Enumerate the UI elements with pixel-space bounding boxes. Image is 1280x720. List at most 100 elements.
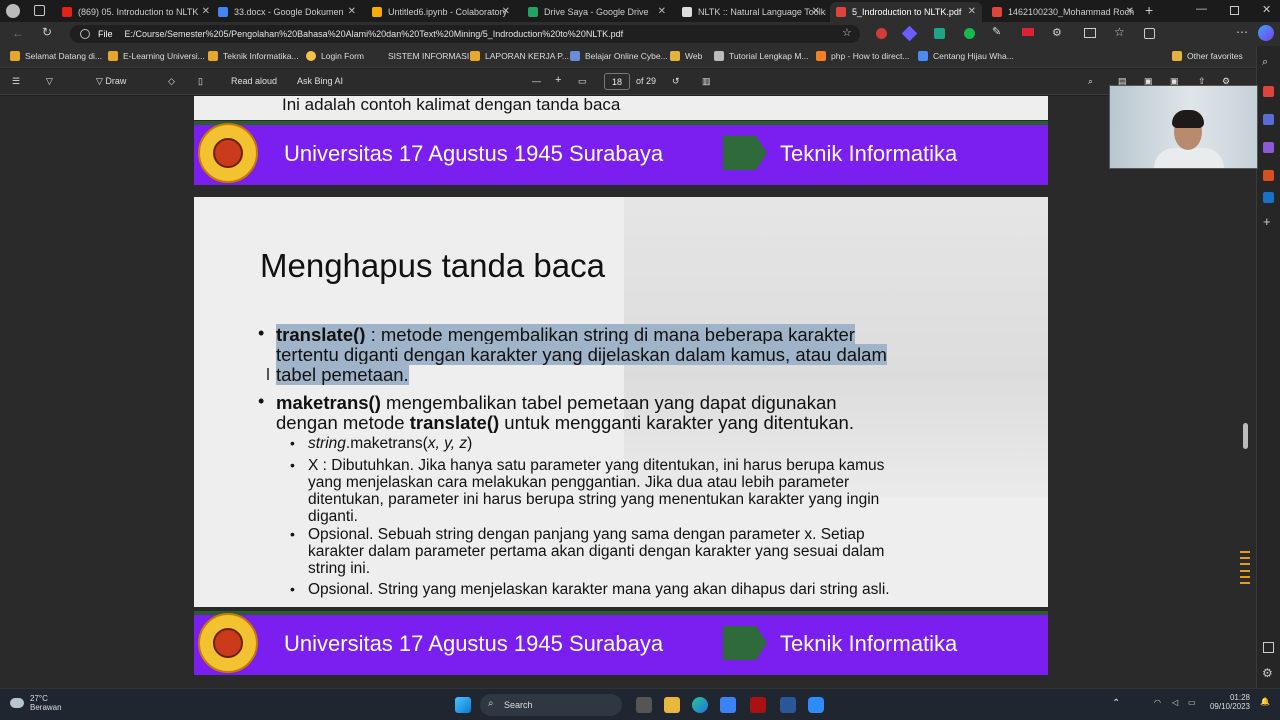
bookmark-icon — [816, 51, 826, 61]
fit-page-icon[interactable]: ▭ — [578, 76, 587, 87]
word-icon[interactable] — [780, 697, 796, 713]
new-tab-icon[interactable]: + — [1145, 2, 1153, 18]
extension-icon-1[interactable] — [876, 28, 887, 39]
bookmark-item[interactable]: LAPORAN KERJA P... — [470, 51, 569, 61]
tray-chevron-icon[interactable]: ⌃ — [1112, 698, 1120, 709]
erase-icon[interactable]: ◇ — [168, 76, 175, 87]
youtube-icon — [62, 7, 72, 17]
bookmark-item[interactable]: Teknik Informatika... — [208, 51, 299, 61]
outlook-icon[interactable] — [1263, 192, 1274, 203]
favorites-icon[interactable]: ☆ — [1114, 25, 1125, 39]
read-aloud-button[interactable]: Read aloud — [231, 76, 277, 86]
close-icon[interactable]: ✕ — [1126, 6, 1134, 17]
extension-icon-4[interactable] — [964, 28, 975, 39]
wifi-icon[interactable]: ◠ — [1154, 698, 1161, 707]
bookmark-icon — [10, 51, 20, 61]
banner-faculty: Teknik Informatika — [780, 631, 958, 656]
zoom-icon[interactable] — [808, 697, 824, 713]
bookmark-item[interactable]: SISTEM INFORMASI — [388, 51, 469, 61]
zoom-in-button[interactable]: + — [555, 74, 561, 86]
bookmark-item[interactable]: Selamat Datang di... — [10, 51, 102, 61]
extension-icon-2[interactable] — [901, 25, 918, 42]
extensions-puzzle-icon[interactable]: ⚙ — [1052, 26, 1062, 39]
banner-university: Universitas 17 Agustus 1945 Surabaya — [284, 141, 664, 166]
add-icon[interactable]: + — [1263, 214, 1271, 229]
file-explorer-icon[interactable] — [664, 697, 680, 713]
app-icon[interactable] — [750, 697, 766, 713]
other-favorites-folder[interactable]: Other favorites — [1172, 51, 1243, 61]
tab-nltk[interactable]: NLTK :: Natural Language Toolki ✕ — [676, 2, 826, 22]
collections-icon[interactable] — [1144, 28, 1155, 39]
tab-google-docs[interactable]: 33.docx - Google Dokumen ✕ — [212, 2, 362, 22]
vertical-scrollbar-thumb[interactable] — [1243, 423, 1248, 449]
tab-actions-icon[interactable] — [34, 5, 45, 16]
sidebar-settings-icon[interactable]: ⚙ — [1262, 666, 1273, 680]
bookmark-item[interactable]: Centang Hijau Wha... — [918, 51, 1014, 61]
extension-icon-5[interactable] — [1022, 28, 1034, 36]
refresh-icon[interactable]: ↻ — [42, 25, 52, 39]
bookmark-item[interactable]: Belajar Online Cybe... — [570, 51, 668, 61]
bookmark-item[interactable]: Tutorial Lengkap M... — [714, 51, 809, 61]
bookmark-folder[interactable]: Web — [670, 51, 702, 61]
close-icon[interactable]: ✕ — [202, 6, 210, 17]
pen-icon[interactable]: ✎ — [992, 25, 1001, 38]
pdf-icon — [836, 7, 846, 17]
tab-pdf-2[interactable]: 1462100230_Mohammad Roch ✕ — [986, 2, 1140, 22]
bing-copilot-icon[interactable] — [1258, 25, 1274, 41]
address-bar[interactable]: File E:/Course/Semester%205/Pengolahan%2… — [70, 25, 860, 43]
close-window-icon[interactable]: ✕ — [1262, 3, 1271, 16]
close-icon[interactable]: ✕ — [658, 6, 666, 17]
tab-youtube[interactable]: (869) 05. Introduction to NLTK ✕ — [56, 2, 216, 22]
bookmark-item[interactable]: E-Learning Universi... — [108, 51, 205, 61]
bullet-maketrans: maketrans() mengembalikan tabel pemetaan… — [276, 392, 854, 433]
page-number-input[interactable]: 18 — [604, 73, 630, 90]
view-icon[interactable]: ▯ — [198, 76, 203, 87]
sidebar-layout-icon[interactable] — [1263, 642, 1274, 653]
minimize-icon[interactable]: — — [1196, 3, 1207, 15]
close-icon[interactable]: ✕ — [502, 6, 510, 17]
edge-icon[interactable] — [692, 697, 708, 713]
search-icon[interactable]: ⌕ — [1262, 56, 1268, 69]
highlight-icon[interactable]: ▽ — [46, 76, 53, 87]
split-screen-icon[interactable] — [1084, 28, 1096, 38]
store-icon[interactable] — [720, 697, 736, 713]
games-icon[interactable] — [1263, 142, 1274, 153]
search-icon[interactable]: ⌕ — [1088, 76, 1093, 87]
extension-icon-3[interactable] — [934, 28, 945, 39]
taskbar-search[interactable]: ⌕ Search — [480, 694, 622, 716]
office-icon[interactable] — [1263, 170, 1274, 181]
sub-bullet-dot: • — [290, 526, 295, 542]
weather-widget[interactable]: 27°C Berawan — [10, 694, 62, 712]
close-icon[interactable]: ✕ — [348, 6, 356, 17]
contents-icon[interactable]: ☰ — [12, 76, 20, 87]
weather-icon — [10, 698, 24, 708]
task-view-icon[interactable] — [636, 697, 652, 713]
battery-icon[interactable]: ▭ — [1188, 698, 1196, 707]
shopping-icon[interactable] — [1263, 86, 1274, 97]
page-view-icon[interactable]: ▥ — [702, 76, 711, 87]
notification-bell-icon[interactable]: 🔔 — [1260, 697, 1270, 706]
favorite-star-icon[interactable]: ☆ — [842, 26, 852, 39]
maximize-icon[interactable] — [1230, 6, 1239, 15]
draw-button[interactable]: ▽ Draw — [96, 76, 126, 87]
tab-pdf-active[interactable]: 5_Indroduction to NLTK.pdf ✕ — [830, 2, 982, 22]
back-icon[interactable]: ← — [12, 26, 24, 40]
close-icon[interactable]: ✕ — [812, 6, 820, 17]
ask-bing-button[interactable]: Ask Bing AI — [297, 76, 343, 86]
start-icon[interactable] — [455, 697, 471, 713]
close-icon[interactable]: ✕ — [968, 6, 976, 17]
tab-google-drive[interactable]: Drive Saya - Google Drive ✕ — [522, 2, 672, 22]
tools-icon[interactable] — [1263, 114, 1274, 125]
tab-label: 1462100230_Mohammad Roch — [1008, 7, 1135, 17]
bookmark-item[interactable]: Login Form — [306, 51, 364, 61]
time: 01:28 — [1229, 693, 1250, 702]
rotate-icon[interactable]: ↺ — [672, 76, 680, 87]
profile-icon[interactable] — [6, 4, 20, 18]
pdf-toolbar: ☰ ▽ ▽ Draw ◇ ▯ Read aloud Ask Bing AI — … — [0, 69, 1256, 95]
clock[interactable]: 01:28 09/10/2023 — [1204, 693, 1250, 711]
bookmark-item[interactable]: php - How to direct... — [816, 51, 909, 61]
zoom-out-button[interactable]: — — [532, 76, 541, 86]
volume-icon[interactable]: ◁ — [1172, 698, 1178, 707]
tab-colab[interactable]: Untitled6.ipynb - Colaboratory ✕ — [366, 2, 516, 22]
more-menu-icon[interactable]: ⋯ — [1236, 25, 1248, 39]
